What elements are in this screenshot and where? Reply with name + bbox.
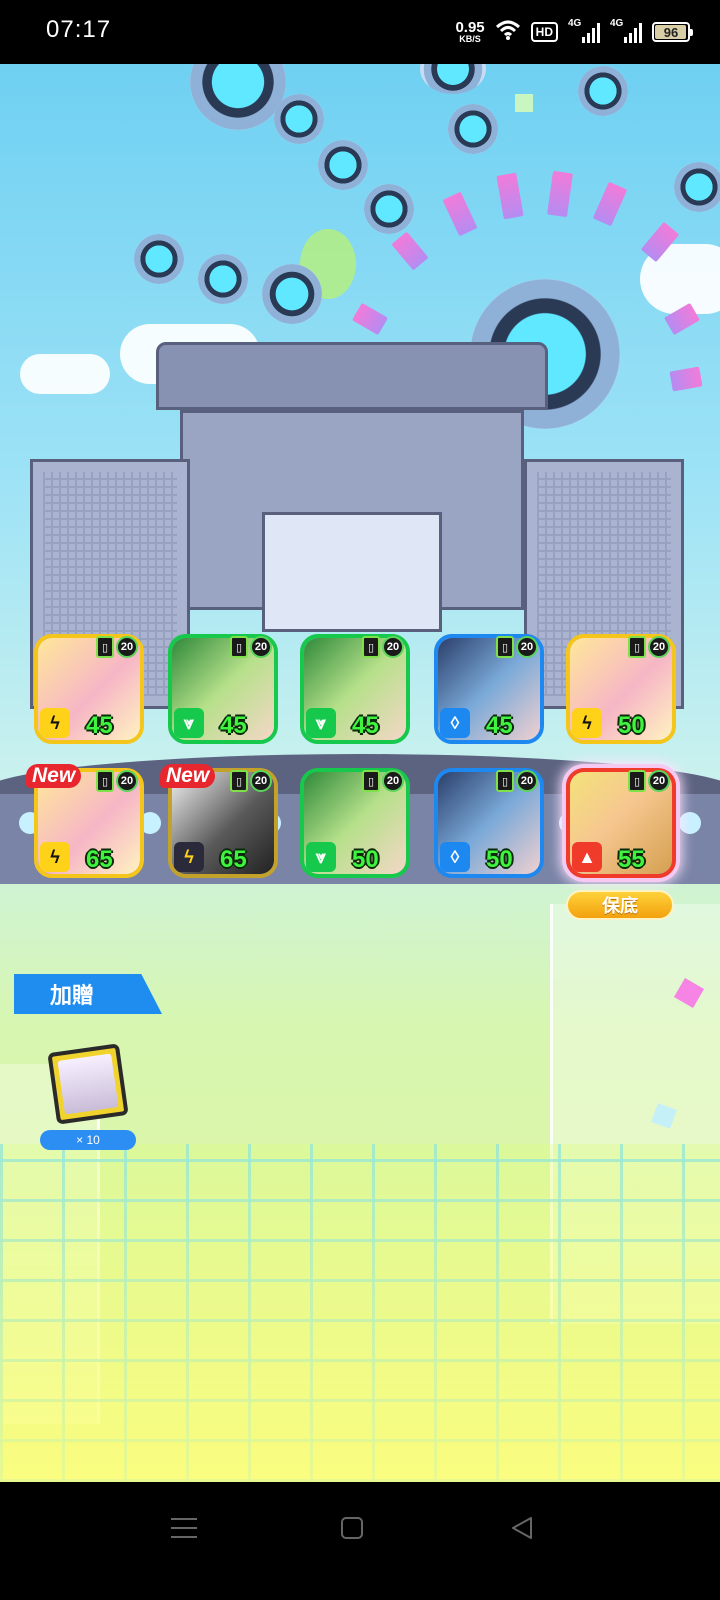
rank-number: 20 xyxy=(116,636,138,658)
battery-icon: 96 xyxy=(652,22,693,42)
menu-icon[interactable] xyxy=(164,1508,204,1548)
new-badge: New xyxy=(160,764,216,788)
network-speed-unit: KB/S xyxy=(459,34,481,44)
speaker-decoration xyxy=(318,140,368,190)
rank-number: 20 xyxy=(250,770,272,792)
speaker-decoration xyxy=(190,64,286,130)
rank-number: 20 xyxy=(116,770,138,792)
guarantee-badge: 保底 xyxy=(566,890,674,920)
equalizer-decoration xyxy=(442,191,478,237)
wood-element-icon: ⩔ xyxy=(306,842,336,872)
back-triangle-icon[interactable] xyxy=(502,1508,542,1548)
chip-icon: ▯ xyxy=(230,770,248,792)
light-element-icon: ϟ xyxy=(572,708,602,738)
rank-badge: ▯ 20 xyxy=(96,636,138,658)
status-icons: 0.95 KB/S HD 4G 4G 96 xyxy=(455,16,693,48)
character-level: 50 xyxy=(352,846,379,873)
speaker-decoration xyxy=(674,162,720,212)
rank-number: 20 xyxy=(250,636,272,658)
hd-voice-icon: HD xyxy=(530,22,558,42)
rank-number: 20 xyxy=(382,770,404,792)
navigation-bar xyxy=(0,1482,720,1600)
signal-icon-2: 4G xyxy=(610,18,642,43)
rank-badge: ▯ 20 xyxy=(496,636,538,658)
wood-element-icon: ⩔ xyxy=(174,708,204,738)
chip-icon: ▯ xyxy=(496,636,514,658)
signal-1-label: 4G xyxy=(568,18,582,29)
character-level: 55 xyxy=(618,846,645,873)
rank-number: 20 xyxy=(648,770,670,792)
rank-badge: ▯ 20 xyxy=(496,770,538,792)
speaker-decoration xyxy=(420,64,486,94)
battery-percent: 96 xyxy=(663,24,679,40)
chip-icon: ▯ xyxy=(96,770,114,792)
rank-number: 20 xyxy=(382,636,404,658)
speaker-decoration xyxy=(578,66,628,116)
speaker-decoration xyxy=(364,184,414,234)
bonus-title: 加贈 xyxy=(14,974,162,1014)
character-level: 65 xyxy=(86,846,113,873)
rank-badge: ▯ 20 xyxy=(230,636,272,658)
status-bar: 07:17 0.95 KB/S HD 4G 4G 96 xyxy=(0,0,720,64)
wood-element-icon: ⩔ xyxy=(306,708,336,738)
character-level: 45 xyxy=(86,712,113,739)
new-badge: New xyxy=(26,764,82,788)
wifi-icon xyxy=(495,19,521,46)
rank-number: 20 xyxy=(516,636,538,658)
equalizer-decoration xyxy=(592,181,628,227)
rank-number: 20 xyxy=(516,770,538,792)
stage-roof xyxy=(156,342,548,410)
speaker-decoration xyxy=(448,104,498,154)
equalizer-decoration xyxy=(496,172,524,220)
light-element-icon: ϟ xyxy=(40,708,70,738)
equalizer-decoration xyxy=(391,231,429,271)
chip-icon: ▯ xyxy=(362,770,380,792)
signal-2-label: 4G xyxy=(610,18,624,29)
character-level: 45 xyxy=(220,712,247,739)
light-element-icon: ϟ xyxy=(40,842,70,872)
character-level: 65 xyxy=(220,846,247,873)
chip-icon: ▯ xyxy=(496,770,514,792)
rank-badge: ▯ 20 xyxy=(96,770,138,792)
fire-element-icon: ▲ xyxy=(572,842,602,872)
water-element-icon: ◊ xyxy=(440,708,470,738)
speaker-decoration xyxy=(198,254,248,304)
chip-icon: ▯ xyxy=(362,636,380,658)
home-square-icon[interactable] xyxy=(332,1508,372,1548)
bonus-item-icon[interactable] xyxy=(47,1043,129,1125)
network-speed: 0.95 KB/S xyxy=(455,20,484,44)
chip-icon: ▯ xyxy=(628,770,646,792)
character-level: 50 xyxy=(486,846,513,873)
character-level: 45 xyxy=(486,712,513,739)
cloud-decoration xyxy=(20,354,110,394)
stage-screen xyxy=(262,512,442,632)
summon-result-scene[interactable]: ϟ 45 ▯ 20 ⩔ 45 ▯ 20 ⩔ 45 ▯ 20 ◊ 45 ▯ 20 ϟ 50 ▯ 20 ϟ 65 ▯ 20 New ϟ… xyxy=(0,64,720,1482)
signal-icon-1: 4G xyxy=(568,18,600,43)
rank-badge: ▯ 20 xyxy=(628,636,670,658)
equalizer-decoration xyxy=(352,302,388,336)
chip-icon: ▯ xyxy=(96,636,114,658)
grid-floor-decoration xyxy=(0,1144,720,1482)
rank-badge: ▯ 20 xyxy=(230,770,272,792)
equalizer-decoration xyxy=(547,170,573,218)
rank-badge: ▯ 20 xyxy=(362,770,404,792)
dark-element-icon: ϟ xyxy=(174,842,204,872)
status-time: 07:17 xyxy=(46,16,112,43)
character-level: 50 xyxy=(618,712,645,739)
chip-icon: ▯ xyxy=(628,636,646,658)
equalizer-decoration xyxy=(669,366,703,392)
network-speed-value: 0.95 xyxy=(455,19,485,36)
speaker-decoration xyxy=(262,264,322,324)
character-level: 45 xyxy=(352,712,379,739)
water-element-icon: ◊ xyxy=(440,842,470,872)
rank-badge: ▯ 20 xyxy=(362,636,404,658)
bonus-count: × 10 xyxy=(40,1130,136,1150)
rank-badge: ▯ 20 xyxy=(628,770,670,792)
speaker-decoration xyxy=(134,234,184,284)
rank-number: 20 xyxy=(648,636,670,658)
chip-icon: ▯ xyxy=(230,636,248,658)
sparkle-decoration xyxy=(515,94,533,112)
speaker-decoration xyxy=(274,94,324,144)
